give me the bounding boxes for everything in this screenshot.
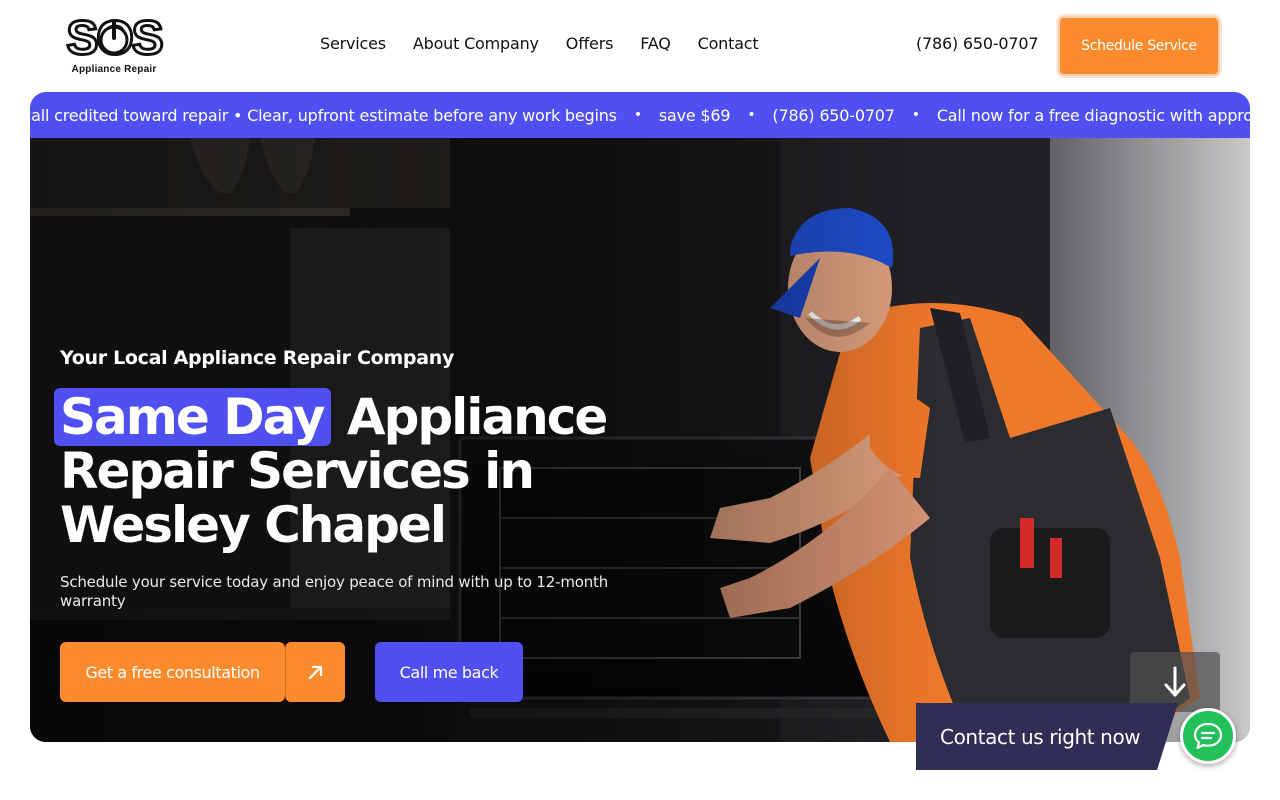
main-nav: Services About Company Offers FAQ Contac… bbox=[320, 34, 759, 53]
nav-item-faq[interactable]: FAQ bbox=[640, 34, 671, 53]
ticker-separator: • bbox=[911, 107, 920, 123]
ticker-item: save $69 bbox=[658, 105, 731, 125]
chat-bubble-icon bbox=[1193, 722, 1223, 750]
logo-mark-icon: SOS bbox=[65, 11, 166, 67]
nav-item-contact[interactable]: Contact bbox=[698, 34, 759, 53]
headline-highlight: Same Day bbox=[54, 388, 332, 446]
headline-part: Appliance bbox=[346, 388, 608, 446]
hero-section: Your Local Appliance Repair Company Same… bbox=[30, 138, 1250, 742]
arrow-down-icon bbox=[1164, 666, 1186, 697]
headline-part: Repair Services in bbox=[60, 442, 535, 500]
site-header: SOS Appliance Repair Services About Comp… bbox=[0, 0, 1280, 92]
ticker-item: Call now for a free diagnostic with appr… bbox=[936, 105, 1250, 125]
schedule-service-button[interactable]: Schedule Service bbox=[1058, 16, 1220, 76]
free-consultation-arrow-button[interactable] bbox=[285, 642, 345, 702]
hero-eyebrow: Your Local Appliance Repair Company bbox=[60, 347, 455, 369]
ticker-item: (786) 650-0707 bbox=[772, 105, 895, 125]
contact-us-tab[interactable]: Contact us right now bbox=[916, 703, 1178, 770]
free-consultation-button[interactable]: Get a free consultation bbox=[60, 642, 285, 702]
call-me-back-button[interactable]: Call me back bbox=[375, 642, 523, 702]
logo[interactable]: SOS Appliance Repair bbox=[58, 11, 170, 78]
arrow-up-right-icon bbox=[308, 665, 322, 680]
header-phone-link[interactable]: (786) 650-0707 bbox=[916, 34, 1039, 53]
logo-caption: Appliance Repair bbox=[71, 64, 157, 75]
ticker-track: e call credited toward repair • Clear, u… bbox=[30, 92, 1250, 138]
ticker-separator: • bbox=[633, 107, 642, 123]
nav-item-offers[interactable]: Offers bbox=[566, 34, 614, 53]
chat-button[interactable] bbox=[1180, 708, 1236, 764]
ticker-separator: • bbox=[747, 107, 756, 123]
nav-item-about-company[interactable]: About Company bbox=[413, 34, 539, 53]
hero-subtext: Schedule your service today and enjoy pe… bbox=[60, 573, 609, 610]
hero-headline: Same Day Appliance Repair Services in We… bbox=[54, 388, 680, 554]
nav-item-services[interactable]: Services bbox=[320, 34, 386, 53]
promo-ticker: e call credited toward repair • Clear, u… bbox=[30, 92, 1250, 138]
ticker-item: e call credited toward repair • Clear, u… bbox=[30, 105, 617, 125]
headline-part: Wesley Chapel bbox=[60, 496, 447, 554]
